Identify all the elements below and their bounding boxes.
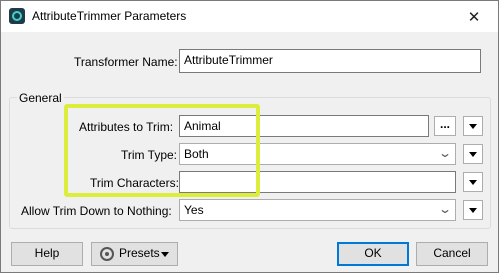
chevron-down-icon: ⌄: [437, 202, 453, 216]
presets-label: Presets: [119, 246, 160, 260]
dialog-window: AttributeTrimmer Parameters ✕ Transforme…: [0, 0, 499, 273]
chevron-down-icon: ⌄: [437, 146, 453, 160]
attributes-browse-button[interactable]: ...: [434, 116, 456, 136]
triangle-down-icon: [469, 208, 477, 213]
allow-trim-label: Allow Trim Down to Nothing:: [21, 204, 172, 218]
cancel-button[interactable]: Cancel: [416, 242, 488, 266]
general-group-title: General: [17, 91, 64, 105]
triangle-down-icon: [469, 180, 477, 185]
ok-button[interactable]: OK: [337, 242, 409, 266]
attributes-to-trim-input[interactable]: Animal: [179, 115, 429, 137]
app-icon: [9, 8, 25, 24]
presets-button[interactable]: Presets: [91, 242, 178, 266]
gear-icon: [100, 247, 114, 261]
help-button[interactable]: Help: [11, 242, 83, 266]
trim-type-select[interactable]: Both ⌄: [179, 143, 456, 165]
allow-trim-select[interactable]: Yes ⌄: [179, 199, 456, 221]
trim-type-label: Trim Type:: [121, 148, 178, 162]
trim-characters-menu-button[interactable]: [463, 172, 483, 192]
triangle-down-icon: [469, 124, 477, 129]
allow-trim-value: Yes: [184, 203, 204, 217]
trim-characters-input[interactable]: [179, 171, 456, 193]
trim-type-value: Both: [184, 147, 209, 161]
transformer-name-input[interactable]: AttributeTrimmer: [179, 49, 481, 73]
title-bar: AttributeTrimmer Parameters ✕: [1, 1, 498, 32]
attributes-to-trim-label: Attributes to Trim:: [79, 120, 174, 134]
window-title: AttributeTrimmer Parameters: [32, 9, 187, 23]
close-button[interactable]: ✕: [454, 4, 494, 29]
allow-trim-menu-button[interactable]: [463, 200, 483, 220]
triangle-down-icon: [161, 252, 169, 257]
trim-type-menu-button[interactable]: [463, 144, 483, 164]
transformer-name-label: Transformer Name:: [74, 55, 178, 69]
attributes-menu-button[interactable]: [463, 116, 483, 136]
trim-characters-label: Trim Characters:: [90, 176, 179, 190]
triangle-down-icon: [469, 152, 477, 157]
